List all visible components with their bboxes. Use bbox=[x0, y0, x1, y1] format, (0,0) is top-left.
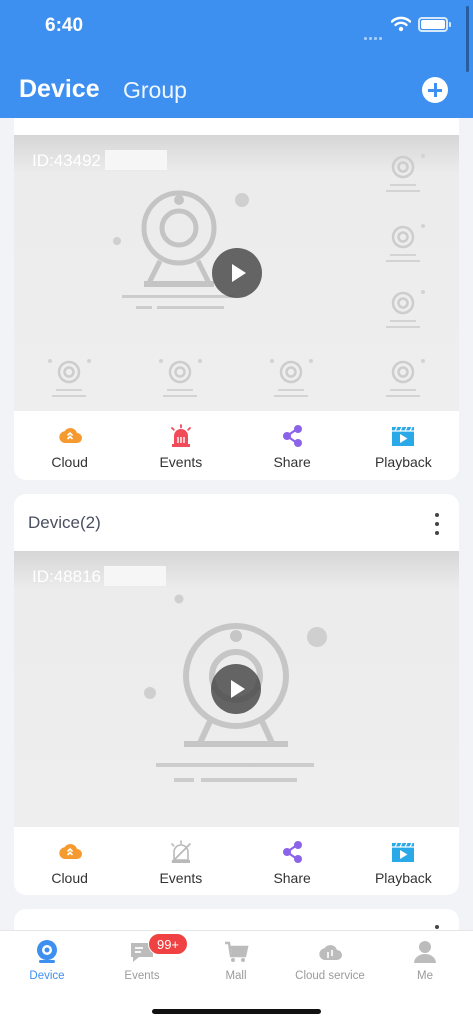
playback-icon bbox=[392, 842, 415, 862]
cloud-button[interactable]: Cloud bbox=[14, 411, 125, 479]
nav-cloud-service-label: Cloud service bbox=[295, 970, 365, 982]
share-label: Share bbox=[273, 870, 311, 886]
nav-cloud-service[interactable]: Cloud service bbox=[283, 931, 377, 993]
alarm-siren-icon bbox=[170, 424, 191, 447]
events-button[interactable]: Events bbox=[125, 827, 236, 895]
playback-label: Playback bbox=[374, 870, 432, 886]
cart-icon bbox=[225, 941, 249, 962]
events-label: Events bbox=[159, 870, 203, 886]
wifi-icon bbox=[391, 16, 411, 32]
cellular-signal-icon bbox=[364, 27, 386, 40]
events-label: Events bbox=[159, 454, 203, 470]
cloud-icon bbox=[58, 428, 82, 443]
camera-icon bbox=[37, 940, 57, 963]
battery-icon bbox=[418, 17, 451, 32]
nav-device-label: Device bbox=[29, 970, 65, 982]
nav-me[interactable]: Me bbox=[378, 931, 472, 993]
tab-group[interactable]: Group bbox=[123, 77, 187, 104]
app-header: 6:40 Device Group bbox=[0, 0, 473, 118]
more-options-icon[interactable] bbox=[435, 925, 439, 929]
device-id-label: ID:48816 bbox=[32, 567, 101, 586]
share-label: Share bbox=[273, 454, 311, 470]
alarm-off-icon bbox=[171, 840, 191, 863]
status-time: 6:40 bbox=[45, 15, 84, 36]
person-icon bbox=[414, 941, 436, 963]
playback-button[interactable]: Playback bbox=[348, 827, 459, 895]
share-button[interactable]: Share bbox=[237, 411, 348, 479]
share-button[interactable]: Share bbox=[237, 827, 348, 895]
share-icon bbox=[283, 841, 303, 863]
nav-events-label: Events bbox=[124, 970, 160, 982]
scrollbar[interactable] bbox=[466, 6, 469, 72]
playback-label: Playback bbox=[374, 454, 432, 470]
events-button[interactable]: Events bbox=[125, 411, 236, 479]
device-card-header: Device(2) bbox=[14, 494, 459, 551]
cloud-label: Cloud bbox=[51, 870, 88, 886]
notification-badge: 99+ bbox=[148, 933, 188, 955]
more-options-icon[interactable] bbox=[429, 511, 445, 537]
video-preview[interactable]: ID:43492 bbox=[14, 135, 459, 411]
nav-mall[interactable]: Mall bbox=[189, 931, 283, 993]
nav-device[interactable]: Device bbox=[0, 931, 94, 993]
device-card: Device(2) ID:48816 Cloud Events Share Pl… bbox=[14, 494, 459, 895]
device-card: ID:43492 Cloud Events Share Playback bbox=[14, 118, 459, 480]
device-actions: Cloud Events Share Playback bbox=[14, 411, 459, 479]
device-id-redaction bbox=[105, 150, 167, 170]
playback-button[interactable]: Playback bbox=[348, 411, 459, 479]
playback-icon bbox=[392, 426, 415, 446]
add-device-button[interactable] bbox=[422, 77, 448, 103]
tab-device[interactable]: Device bbox=[19, 75, 100, 104]
device-name: Device(2) bbox=[28, 513, 101, 532]
nav-me-label: Me bbox=[417, 970, 433, 982]
device-id-redaction bbox=[104, 566, 166, 586]
cloud-icon bbox=[58, 844, 82, 859]
play-button[interactable] bbox=[212, 248, 262, 298]
video-preview[interactable]: ID:48816 bbox=[14, 551, 459, 827]
device-id-label: ID:43492 bbox=[32, 151, 101, 170]
cloud-label: Cloud bbox=[51, 454, 88, 470]
nav-mall-label: Mall bbox=[225, 970, 247, 982]
cloud-service-icon bbox=[319, 945, 342, 960]
home-indicator bbox=[152, 1009, 321, 1014]
status-bar: 6:40 bbox=[0, 0, 473, 52]
play-button[interactable] bbox=[211, 664, 261, 714]
cloud-button[interactable]: Cloud bbox=[14, 827, 125, 895]
device-actions: Cloud Events Share Playback bbox=[14, 827, 459, 895]
share-icon bbox=[283, 425, 303, 447]
